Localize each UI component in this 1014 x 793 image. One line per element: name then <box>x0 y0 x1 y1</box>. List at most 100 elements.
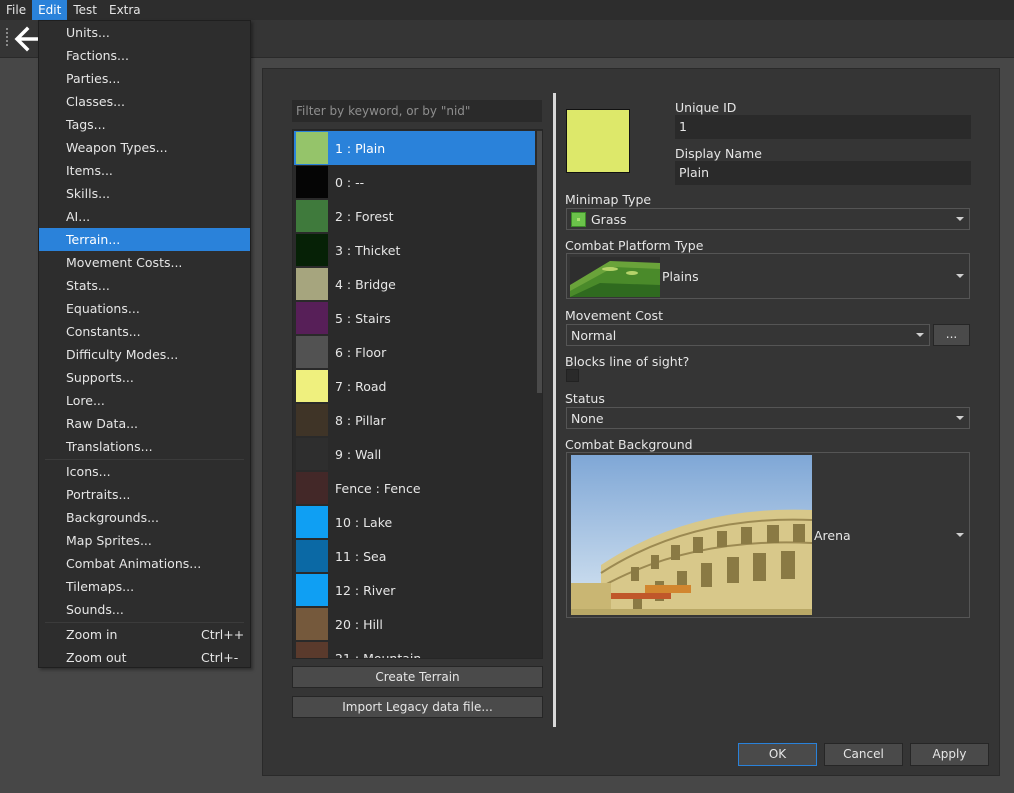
terrain-list-item-label: 5 : Stairs <box>335 310 391 326</box>
menu-item-units-label: Units... <box>66 25 110 40</box>
terrain-color-swatch[interactable] <box>566 109 630 173</box>
menu-item-equations[interactable]: Equations... <box>39 297 250 320</box>
terrain-list-item[interactable]: 4 : Bridge <box>294 267 535 301</box>
status-combo[interactable]: None <box>566 407 970 429</box>
menu-item-icons[interactable]: Icons... <box>39 460 250 483</box>
terrain-color-swatch-icon <box>296 472 328 504</box>
menu-item-ai-label: AI... <box>66 209 91 224</box>
menu-item-tilemaps-label: Tilemaps... <box>66 579 135 594</box>
terrain-list-item[interactable]: 0 : -- <box>294 165 535 199</box>
menu-item-supports[interactable]: Supports... <box>39 366 250 389</box>
ok-button[interactable]: OK <box>738 743 817 766</box>
terrain-list-item[interactable]: 12 : River <box>294 573 535 607</box>
menu-item-terrain-label: Terrain... <box>66 232 121 247</box>
terrain-list-item-label: 3 : Thicket <box>335 242 401 258</box>
apply-button[interactable]: Apply <box>910 743 989 766</box>
menu-item-combat-animations[interactable]: Combat Animations... <box>39 552 250 575</box>
menu-item-stats[interactable]: Stats... <box>39 274 250 297</box>
terrain-list-item[interactable]: 7 : Road <box>294 369 535 403</box>
terrain-list-item-label: 12 : River <box>335 582 396 598</box>
menu-item-items-label: Items... <box>66 163 113 178</box>
movement-cost-more-button[interactable]: ... <box>933 324 970 346</box>
menu-item-sounds[interactable]: Sounds... <box>39 598 250 621</box>
menu-item-zoom-in[interactable]: Zoom in Ctrl++ <box>39 623 250 646</box>
terrain-color-swatch-icon <box>296 574 328 606</box>
combat-platform-combo[interactable]: Plains <box>566 253 970 299</box>
terrain-list-item[interactable]: 10 : Lake <box>294 505 535 539</box>
plains-platform-image <box>570 257 660 297</box>
blocks-los-checkbox[interactable] <box>566 369 579 382</box>
menu-item-difficulty-modes[interactable]: Difficulty Modes... <box>39 343 250 366</box>
menu-item-map-sprites[interactable]: Map Sprites... <box>39 529 250 552</box>
minimap-type-label: Minimap Type <box>565 192 652 207</box>
import-legacy-button[interactable]: Import Legacy data file... <box>292 696 543 718</box>
terrain-list-item-label: 9 : Wall <box>335 446 382 462</box>
unique-id-field[interactable]: 1 <box>675 115 971 139</box>
menu-item-weapon-types[interactable]: Weapon Types... <box>39 136 250 159</box>
filter-input[interactable] <box>292 100 542 122</box>
terrain-list-item[interactable]: Fence : Fence <box>294 471 535 505</box>
terrain-color-swatch-icon <box>296 370 328 402</box>
terrain-list-item[interactable]: 20 : Hill <box>294 607 535 641</box>
menu-item-lore[interactable]: Lore... <box>39 389 250 412</box>
menu-item-constants-label: Constants... <box>66 324 141 339</box>
terrain-color-swatch-icon <box>296 166 328 198</box>
toolbar-grip-icon[interactable] <box>4 28 10 48</box>
minimap-type-combo[interactable]: Grass <box>566 208 970 230</box>
splitter-handle[interactable] <box>553 93 556 727</box>
menu-extra[interactable]: Extra <box>103 0 147 20</box>
terrain-color-swatch-icon <box>296 438 328 470</box>
combat-background-combo[interactable]: Arena <box>566 452 970 618</box>
menu-item-tags[interactable]: Tags... <box>39 113 250 136</box>
menu-item-portraits[interactable]: Portraits... <box>39 483 250 506</box>
menu-item-terrain[interactable]: Terrain... <box>39 228 250 251</box>
terrain-list[interactable]: 21 : Mountain 20 : Hill 12 : River 11 : Sea… <box>292 129 543 659</box>
menu-item-tilemaps[interactable]: Tilemaps... <box>39 575 250 598</box>
menu-item-skills[interactable]: Skills... <box>39 182 250 205</box>
terrain-list-item-label: 10 : Lake <box>335 514 393 530</box>
menu-item-factions[interactable]: Factions... <box>39 44 250 67</box>
terrain-list-item[interactable]: 21 : Mountain <box>294 641 535 658</box>
menu-item-parties[interactable]: Parties... <box>39 67 250 90</box>
terrain-list-item[interactable]: 9 : Wall <box>294 437 535 471</box>
menu-item-translations[interactable]: Translations... <box>39 435 250 458</box>
scrollbar-thumb[interactable] <box>537 131 542 393</box>
terrain-list-item[interactable]: 2 : Forest <box>294 199 535 233</box>
terrain-list-item[interactable]: 6 : Floor <box>294 335 535 369</box>
terrain-list-item[interactable]: 3 : Thicket <box>294 233 535 267</box>
menu-item-items[interactable]: Items... <box>39 159 250 182</box>
menu-item-raw-data[interactable]: Raw Data... <box>39 412 250 435</box>
terrain-list-item[interactable]: 11 : Sea <box>294 539 535 573</box>
menu-file[interactable]: File <box>0 0 32 20</box>
menu-item-zoom-in-shortcut: Ctrl++ <box>201 627 245 642</box>
edit-menu-dropdown: Units... Factions... Parties... Classes... T… <box>38 20 251 668</box>
menu-item-units[interactable]: Units... <box>39 21 250 44</box>
display-name-field[interactable]: Plain <box>675 161 971 185</box>
cancel-button[interactable]: Cancel <box>824 743 903 766</box>
terrain-list-item[interactable]: 1 : Plain <box>294 131 535 165</box>
menu-test[interactable]: Test <box>67 0 103 20</box>
terrain-list-item[interactable]: 8 : Pillar <box>294 403 535 437</box>
menu-item-equations-label: Equations... <box>66 301 140 316</box>
menu-item-ai[interactable]: AI... <box>39 205 250 228</box>
menu-item-icons-label: Icons... <box>66 464 111 479</box>
display-name-label: Display Name <box>675 146 762 161</box>
menu-edit[interactable]: Edit <box>32 0 68 20</box>
movement-cost-combo[interactable]: Normal <box>566 324 930 346</box>
menu-item-movement-costs[interactable]: Movement Costs... <box>39 251 250 274</box>
menu-item-translations-label: Translations... <box>66 439 153 454</box>
menu-item-classes-label: Classes... <box>66 94 126 109</box>
create-terrain-button[interactable]: Create Terrain <box>292 666 543 688</box>
chevron-down-icon <box>956 274 964 278</box>
terrain-list-item[interactable]: 5 : Stairs <box>294 301 535 335</box>
terrain-color-swatch-icon <box>296 302 328 334</box>
menu-item-movement-costs-label: Movement Costs... <box>66 255 183 270</box>
terrain-color-swatch-icon <box>296 234 328 266</box>
menu-item-zoom-out[interactable]: Zoom out Ctrl+- <box>39 646 250 669</box>
menu-item-classes[interactable]: Classes... <box>39 90 250 113</box>
terrain-list-scrollbar[interactable] <box>536 131 542 658</box>
menu-item-backgrounds[interactable]: Backgrounds... <box>39 506 250 529</box>
menu-item-constants[interactable]: Constants... <box>39 320 250 343</box>
menu-item-zoom-out-shortcut: Ctrl+- <box>201 650 239 665</box>
terrain-list-item-label: 4 : Bridge <box>335 276 396 292</box>
